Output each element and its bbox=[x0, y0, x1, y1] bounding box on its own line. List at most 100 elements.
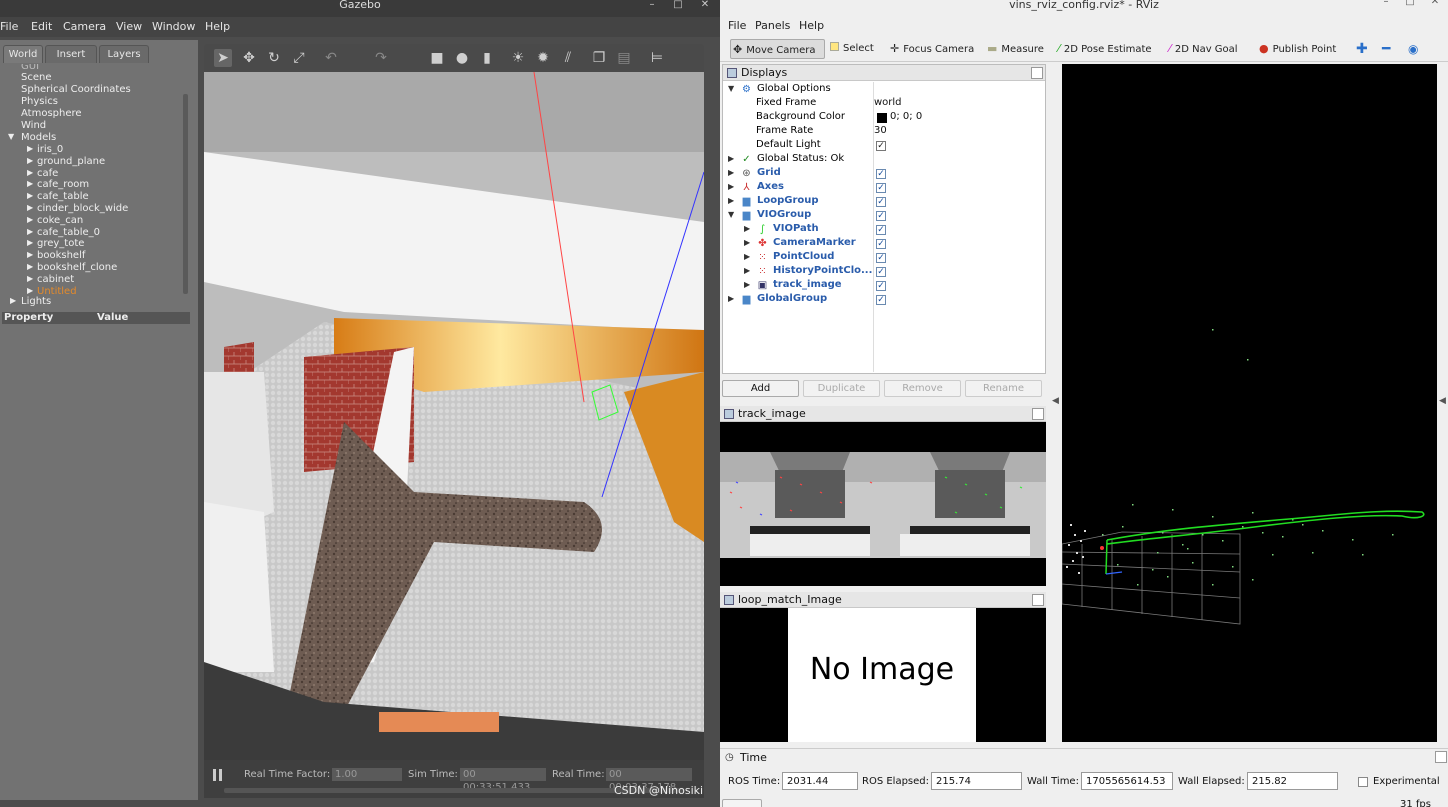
expand-arrow-icon[interactable]: ▶ bbox=[10, 296, 16, 305]
tree-scrollbar[interactable] bbox=[183, 94, 188, 294]
expand-arrow-icon[interactable]: ▶ bbox=[744, 266, 750, 275]
menu-file[interactable]: File bbox=[0, 20, 18, 33]
box-shape-icon[interactable]: ■ bbox=[428, 49, 446, 67]
scale-icon[interactable]: ⤢ bbox=[290, 49, 308, 67]
tree-item-model[interactable]: coke_can bbox=[37, 215, 83, 226]
add-button[interactable]: Add bbox=[722, 380, 799, 397]
display-row-track-image[interactable]: ▶ ▣ track_image ✓ bbox=[723, 279, 1045, 293]
display-row-fixed-frame[interactable]: Fixed Frame world bbox=[723, 97, 1045, 111]
menu-edit[interactable]: Edit bbox=[31, 20, 52, 33]
gazebo-3d-viewport[interactable] bbox=[204, 72, 704, 760]
minimize-icon[interactable]: – bbox=[644, 0, 660, 12]
expand-arrow-icon[interactable]: ▶ bbox=[728, 182, 734, 191]
tree-item-atmosphere[interactable]: Atmosphere bbox=[21, 108, 82, 119]
tab-layers[interactable]: Layers bbox=[99, 45, 149, 63]
display-row-global-status[interactable]: ▶ ✓ Global Status: Ok bbox=[723, 153, 1045, 167]
tree-item-model[interactable]: bookshelf bbox=[37, 250, 85, 261]
wall-time-field[interactable]: 1705565614.53 bbox=[1081, 772, 1173, 790]
display-row-cameramarker[interactable]: ▶ ✤ CameraMarker ✓ bbox=[723, 237, 1045, 251]
tree-item-model-highlighted[interactable]: Untitled bbox=[37, 286, 77, 297]
measure-tool[interactable]: ▬ Measure bbox=[985, 39, 1044, 59]
menu-window[interactable]: Window bbox=[152, 20, 195, 33]
default-light-checkbox[interactable]: ✓ bbox=[876, 141, 886, 151]
tree-item-model[interactable]: cabinet bbox=[37, 274, 74, 285]
close-icon[interactable]: ✕ bbox=[1427, 0, 1443, 7]
display-row-frame-rate[interactable]: Frame Rate 30 bbox=[723, 125, 1045, 139]
expand-arrow-icon[interactable]: ▶ bbox=[728, 154, 734, 163]
background-color-value[interactable]: 0; 0; 0 bbox=[890, 111, 922, 122]
tab-insert[interactable]: Insert bbox=[45, 45, 97, 63]
display-row-viopath[interactable]: ▶ ∫ VIOPath ✓ bbox=[723, 223, 1045, 237]
menu-view[interactable]: View bbox=[116, 20, 142, 33]
sphere-shape-icon[interactable]: ● bbox=[453, 49, 471, 67]
remove-tool-icon[interactable]: ━ bbox=[1380, 39, 1390, 59]
viopath-checkbox[interactable]: ✓ bbox=[876, 225, 886, 235]
tree-item-lights[interactable]: Lights bbox=[21, 296, 51, 307]
display-row-default-light[interactable]: Default Light ✓ bbox=[723, 139, 1045, 153]
expand-arrow-icon[interactable]: ▶ bbox=[27, 144, 33, 153]
tree-item-model[interactable]: cinder_block_wide bbox=[37, 203, 128, 214]
cameramarker-checkbox[interactable]: ✓ bbox=[876, 239, 886, 249]
duplicate-button[interactable]: Duplicate bbox=[803, 380, 880, 397]
tree-item-model[interactable]: cafe bbox=[37, 168, 58, 179]
undo-icon[interactable]: ↶ bbox=[322, 49, 340, 67]
rotate-icon[interactable]: ↻ bbox=[265, 49, 283, 67]
color-swatch[interactable] bbox=[877, 113, 887, 123]
translate-icon[interactable]: ✥ bbox=[240, 49, 258, 67]
ros-time-field[interactable]: 2031.44 bbox=[782, 772, 858, 790]
frame-rate-value[interactable]: 30 bbox=[874, 125, 887, 136]
expand-arrow-icon[interactable]: ▶ bbox=[27, 262, 33, 271]
expand-arrow-icon[interactable]: ▶ bbox=[728, 168, 734, 177]
loopgroup-checkbox[interactable]: ✓ bbox=[876, 197, 886, 207]
menu-help[interactable]: Help bbox=[205, 20, 230, 33]
focus-camera-tool[interactable]: ✛ Focus Camera bbox=[888, 39, 974, 59]
display-row-background-color[interactable]: Background Color 0; 0; 0 bbox=[723, 111, 1045, 125]
panel-float-button[interactable] bbox=[1435, 751, 1447, 763]
tree-item-physics[interactable]: Physics bbox=[21, 96, 58, 107]
viogroup-checkbox[interactable]: ✓ bbox=[876, 211, 886, 221]
rviz-menu-file[interactable]: File bbox=[728, 19, 746, 32]
pause-icon[interactable] bbox=[212, 768, 224, 782]
display-row-grid[interactable]: ▶ ⊛ Grid ✓ bbox=[723, 167, 1045, 181]
expand-arrow-icon[interactable]: ▶ bbox=[27, 203, 33, 212]
tree-item-wind[interactable]: Wind bbox=[21, 120, 46, 131]
rviz-3d-view[interactable] bbox=[1062, 64, 1437, 742]
tool-properties-icon[interactable]: ◉ bbox=[1406, 39, 1418, 59]
menu-camera[interactable]: Camera bbox=[63, 20, 106, 33]
panel-float-button[interactable] bbox=[1031, 67, 1043, 79]
grid-checkbox[interactable]: ✓ bbox=[876, 169, 886, 179]
move-camera-tool[interactable]: ✥ Move Camera bbox=[730, 39, 825, 59]
expand-arrow-icon[interactable]: ▶ bbox=[27, 215, 33, 224]
rviz-menu-panels[interactable]: Panels bbox=[755, 19, 790, 32]
directional-light-icon[interactable]: ⫽ bbox=[559, 49, 577, 67]
spot-light-icon[interactable]: ✹ bbox=[534, 49, 552, 67]
reset-button[interactable] bbox=[722, 799, 762, 807]
track-image-checkbox[interactable]: ✓ bbox=[876, 281, 886, 291]
cylinder-shape-icon[interactable]: ▮ bbox=[478, 49, 496, 67]
display-row-globalgroup[interactable]: ▶ ▆ GlobalGroup ✓ bbox=[723, 293, 1045, 307]
expand-arrow-icon[interactable]: ▶ bbox=[27, 250, 33, 259]
splitter-right-arrow-icon[interactable]: ◀ bbox=[1439, 396, 1446, 406]
display-row-historypointcloud[interactable]: ▶ ⁙ HistoryPointClo... ✓ bbox=[723, 265, 1045, 279]
panel-float-button[interactable] bbox=[1032, 594, 1044, 606]
collapse-arrow-icon[interactable]: ▼ bbox=[728, 210, 734, 219]
tab-world[interactable]: World bbox=[3, 45, 43, 63]
panel-float-button[interactable] bbox=[1032, 408, 1044, 420]
display-row-axes[interactable]: ▶ ⅄ Axes ✓ bbox=[723, 181, 1045, 195]
add-tool-icon[interactable]: ✚ bbox=[1354, 39, 1368, 59]
tree-item-model[interactable]: ground_plane bbox=[37, 156, 105, 167]
tree-item-spherical[interactable]: Spherical Coordinates bbox=[21, 84, 131, 95]
expand-arrow-icon[interactable]: ▶ bbox=[27, 227, 33, 236]
expand-arrow-icon[interactable]: ▶ bbox=[728, 196, 734, 205]
tree-item-model[interactable]: cafe_table_0 bbox=[37, 227, 100, 238]
axes-checkbox[interactable]: ✓ bbox=[876, 183, 886, 193]
expand-arrow-icon[interactable]: ▶ bbox=[744, 252, 750, 261]
ros-elapsed-field[interactable]: 215.74 bbox=[931, 772, 1022, 790]
select-tool[interactable]: Select bbox=[828, 39, 874, 59]
copy-icon[interactable]: ❐ bbox=[590, 49, 608, 67]
redo-icon[interactable]: ↷ bbox=[372, 49, 390, 67]
expand-arrow-icon[interactable]: ▶ bbox=[27, 156, 33, 165]
expand-arrow-icon[interactable]: ▶ bbox=[728, 294, 734, 303]
display-row-loopgroup[interactable]: ▶ ▆ LoopGroup ✓ bbox=[723, 195, 1045, 209]
tree-item-model[interactable]: cafe_room bbox=[37, 179, 89, 190]
